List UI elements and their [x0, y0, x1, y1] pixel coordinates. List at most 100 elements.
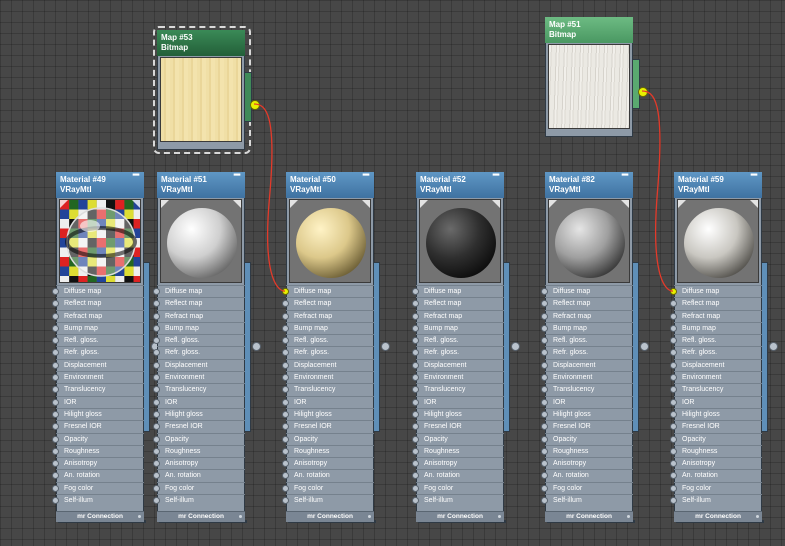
circle-socket-icon[interactable]: [153, 288, 160, 295]
circle-socket-icon[interactable]: [52, 288, 59, 295]
socket-row[interactable]: Displacement: [52, 358, 144, 371]
socket-row[interactable]: Fog color: [153, 481, 245, 494]
socket-row[interactable]: Anisotropy: [282, 457, 374, 469]
socket-row[interactable]: IOR: [52, 395, 144, 408]
circle-socket-icon[interactable]: [282, 398, 289, 406]
socket-row[interactable]: Refract map: [670, 309, 762, 322]
output-socket-icon[interactable]: [640, 342, 649, 351]
circle-socket-icon[interactable]: [541, 497, 548, 505]
node-header[interactable]: Material #51 VRayMtl ━: [157, 171, 245, 198]
circle-socket-icon[interactable]: [670, 460, 677, 468]
output-socket-icon[interactable]: [511, 342, 520, 351]
output-socket-icon[interactable]: [638, 87, 648, 97]
minimize-icon[interactable]: ━: [493, 171, 499, 181]
socket-row[interactable]: Translucency: [153, 383, 245, 395]
circle-socket-icon[interactable]: [52, 423, 59, 431]
circle-socket-icon[interactable]: [52, 300, 59, 308]
socket-row[interactable]: Refr. gloss.: [412, 346, 504, 358]
circle-socket-icon[interactable]: [670, 484, 677, 492]
material-node[interactable]: Material #49 VRayMtl ━ Diffuse map Reflect …: [52, 171, 160, 523]
socket-row[interactable]: Roughness: [282, 444, 374, 457]
circle-socket-icon[interactable]: [282, 300, 289, 308]
socket-row[interactable]: Diffuse map: [52, 285, 144, 297]
bitmap-node[interactable]: Map #51 Bitmap: [545, 17, 648, 137]
circle-socket-icon[interactable]: [282, 410, 289, 418]
circle-socket-icon[interactable]: [412, 447, 419, 455]
circle-socket-icon[interactable]: [282, 337, 289, 345]
socket-row[interactable]: Opacity: [412, 432, 504, 445]
bitmap-node[interactable]: Map #53 Bitmap: [157, 30, 260, 150]
socket-row[interactable]: Refl. gloss.: [412, 334, 504, 346]
circle-socket-icon[interactable]: [153, 472, 160, 480]
socket-row[interactable]: Environment: [670, 371, 762, 383]
material-node[interactable]: Material #52 VRayMtl ━ Diffuse map Reflect …: [412, 171, 520, 523]
circle-socket-icon[interactable]: [52, 447, 59, 455]
socket-row[interactable]: Fresnel IOR: [52, 420, 144, 432]
socket-row[interactable]: An. rotation: [52, 469, 144, 481]
circle-socket-icon[interactable]: [153, 374, 160, 382]
circle-socket-icon[interactable]: [153, 447, 160, 455]
socket-row[interactable]: Self-illum: [282, 494, 374, 506]
socket-row[interactable]: Bump map: [670, 321, 762, 334]
circle-socket-icon[interactable]: [153, 398, 160, 406]
circle-socket-icon[interactable]: [52, 435, 59, 443]
socket-row[interactable]: Self-illum: [670, 494, 762, 506]
circle-socket-icon[interactable]: [670, 398, 677, 406]
mr-connection-bar[interactable]: mr Connection: [157, 511, 245, 522]
socket-row[interactable]: Anisotropy: [541, 457, 633, 469]
socket-row[interactable]: Reflect map: [153, 297, 245, 309]
circle-socket-icon[interactable]: [282, 484, 289, 492]
circle-socket-icon[interactable]: [52, 337, 59, 345]
circle-socket-icon[interactable]: [670, 300, 677, 308]
socket-row[interactable]: Opacity: [541, 432, 633, 445]
circle-socket-icon[interactable]: [541, 361, 548, 369]
socket-row[interactable]: Refr. gloss.: [541, 346, 633, 358]
socket-row[interactable]: Bump map: [541, 321, 633, 334]
socket-row[interactable]: Reflect map: [52, 297, 144, 309]
circle-socket-icon[interactable]: [282, 423, 289, 431]
socket-row[interactable]: Refract map: [412, 309, 504, 322]
socket-row[interactable]: IOR: [541, 395, 633, 408]
circle-socket-icon[interactable]: [52, 472, 59, 480]
socket-row[interactable]: Refract map: [52, 309, 144, 322]
circle-socket-icon[interactable]: [541, 410, 548, 418]
circle-socket-icon[interactable]: [282, 349, 289, 357]
circle-socket-icon[interactable]: [153, 300, 160, 308]
mr-connection-bar[interactable]: mr Connection: [674, 511, 762, 522]
output-socket-icon[interactable]: [252, 342, 261, 351]
material-node[interactable]: Material #82 VRayMtl ━ Diffuse map Reflect …: [541, 171, 649, 523]
socket-row[interactable]: Self-illum: [52, 494, 144, 506]
circle-socket-icon[interactable]: [541, 447, 548, 455]
circle-socket-icon[interactable]: [52, 398, 59, 406]
socket-row[interactable]: Displacement: [541, 358, 633, 371]
minimize-icon[interactable]: ━: [622, 171, 628, 181]
socket-row[interactable]: Fog color: [541, 481, 633, 494]
socket-row[interactable]: IOR: [412, 395, 504, 408]
output-socket-icon[interactable]: [250, 100, 260, 110]
socket-row[interactable]: Opacity: [153, 432, 245, 445]
circle-socket-icon[interactable]: [282, 312, 289, 320]
circle-socket-icon[interactable]: [153, 312, 160, 320]
socket-row[interactable]: IOR: [670, 395, 762, 408]
circle-socket-icon[interactable]: [541, 337, 548, 345]
circle-socket-icon[interactable]: [153, 423, 160, 431]
circle-socket-icon[interactable]: [52, 324, 59, 332]
socket-row[interactable]: Self-illum: [412, 494, 504, 506]
circle-socket-icon[interactable]: [670, 324, 677, 332]
node-header[interactable]: Material #59 VRayMtl ━: [674, 171, 762, 198]
circle-socket-icon[interactable]: [153, 324, 160, 332]
circle-socket-icon[interactable]: [412, 374, 419, 382]
socket-row[interactable]: Fog color: [52, 481, 144, 494]
circle-socket-icon[interactable]: [282, 460, 289, 468]
socket-row[interactable]: Reflect map: [670, 297, 762, 309]
socket-row[interactable]: Reflect map: [282, 297, 374, 309]
circle-socket-icon[interactable]: [282, 361, 289, 369]
socket-row[interactable]: Bump map: [52, 321, 144, 334]
circle-socket-icon[interactable]: [412, 497, 419, 505]
node-side-tab[interactable]: [245, 72, 252, 122]
circle-socket-icon[interactable]: [282, 435, 289, 443]
circle-socket-icon[interactable]: [153, 435, 160, 443]
circle-socket-icon[interactable]: [153, 460, 160, 468]
wire-connection[interactable]: [253, 103, 286, 292]
circle-socket-icon[interactable]: [670, 435, 677, 443]
